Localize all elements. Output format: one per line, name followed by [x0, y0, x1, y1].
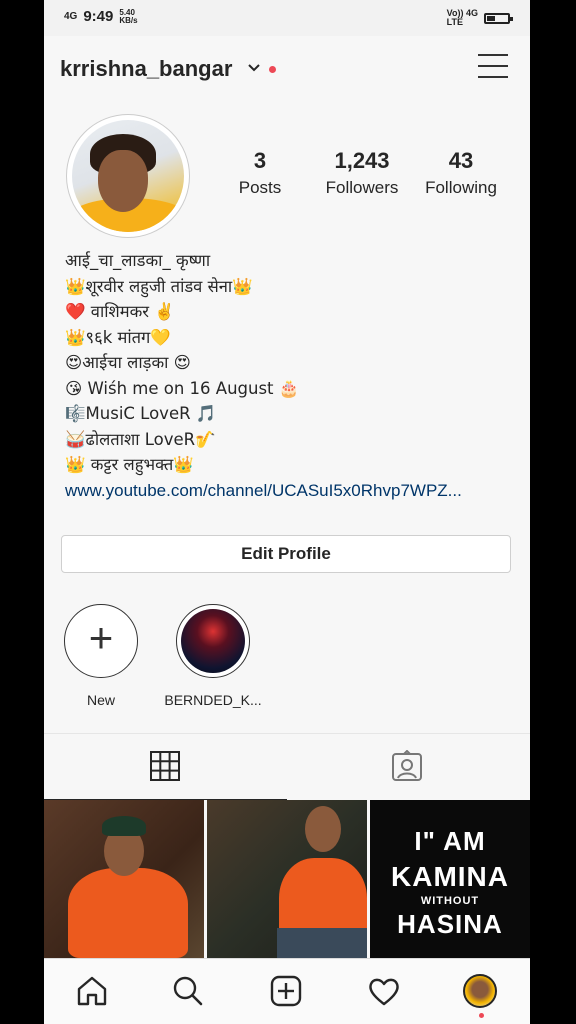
followers-count: 1,243 [334, 148, 390, 173]
lte-label: LTE [446, 17, 463, 27]
bio-line: 👑९६k मांतग💛 [65, 327, 171, 347]
edit-profile-button[interactable]: Edit Profile [61, 535, 511, 573]
notification-dot [269, 66, 276, 73]
tab-grid[interactable] [44, 734, 287, 800]
menu-icon[interactable] [478, 54, 508, 80]
heart-icon[interactable] [366, 973, 402, 1009]
post-text-line: HASINA [397, 909, 503, 939]
highlight-new[interactable]: + New [46, 604, 156, 708]
chevron-down-icon[interactable] [247, 63, 261, 73]
grid-icon [150, 751, 180, 781]
bio-line: 👑 कट्टर लहुभक्त👑 [65, 455, 194, 474]
post-thumbnail[interactable] [207, 800, 367, 958]
network-speed: 5.40 KB/s [119, 8, 138, 25]
network-indicator: 4G [64, 11, 78, 22]
bio-line: 😘 Wiśh me on 16 August 🎂 [65, 378, 300, 398]
posts-label: Posts [238, 178, 282, 197]
battery-icon [484, 12, 513, 24]
profile-avatar[interactable] [66, 114, 190, 238]
highlight-item[interactable]: BERNDED_K... [158, 604, 268, 708]
new-post-icon[interactable] [268, 973, 304, 1009]
post-text-line: I" AM [414, 826, 486, 856]
status-bar: 4G 9:49 5.40 KB/s Vo)) 4G LTE [44, 0, 530, 36]
phone-screen: 4G 9:49 5.40 KB/s Vo)) 4G LTE krrishna_b… [44, 0, 530, 1024]
post-thumbnail[interactable]: I" AM KAMINA WITHOUT HASINA [370, 800, 530, 958]
post-text-line: WITHOUT [420, 895, 480, 907]
speed-unit: KB/s [119, 15, 138, 25]
followers-label: Followers [325, 178, 399, 197]
highlight-circle[interactable] [176, 604, 250, 678]
bio-line: 👑शूरवीर लहुजी तांडव सेना👑 [65, 276, 253, 296]
posts-stat[interactable]: 3 Posts [230, 148, 290, 198]
bio-line: 🥁ढोलताशा LoveR🎷 [65, 429, 216, 449]
highlight-cover-image [181, 609, 245, 673]
posts-count: 3 [253, 148, 267, 173]
post-thumbnail[interactable] [44, 800, 204, 958]
following-count: 43 [448, 148, 474, 173]
bio-link[interactable]: www.youtube.com/channel/UCASuI5x0Rhvp7WP… [65, 478, 515, 504]
bio-line: आई_चा_लाडका_ कृष्णा [65, 251, 211, 270]
highlight-label: BERNDED_K... [164, 692, 262, 708]
following-label: Following [425, 178, 497, 197]
home-icon[interactable] [74, 973, 110, 1009]
notification-dot [479, 1013, 484, 1018]
tab-tagged[interactable] [287, 734, 530, 800]
plus-icon: + [88, 614, 114, 661]
bio-line: 😍आईचा लाड़का 😍 [65, 353, 191, 372]
bio-line: 🎼MusiC LoveR 🎵 [65, 404, 217, 423]
new-highlight-circle[interactable]: + [64, 604, 138, 678]
search-icon[interactable] [170, 973, 206, 1009]
followers-stat[interactable]: 1,243 Followers [316, 148, 408, 198]
profile-tabs [44, 733, 530, 800]
highlight-label: New [86, 692, 115, 708]
username[interactable]: krrishna_bangar [60, 56, 232, 82]
profile-bio: आई_चा_लाडका_ कृष्णा 👑शूरवीर लहुजी तांडव … [65, 248, 515, 503]
volte-indicator: Vo)) 4G LTE [447, 9, 478, 27]
tagged-icon [392, 750, 422, 781]
profile-header: krrishna_bangar [44, 36, 530, 102]
following-stat[interactable]: 43 Following [416, 148, 506, 198]
post-text-line: KAMINA [391, 861, 509, 892]
profile-tab-avatar[interactable] [463, 974, 497, 1008]
clock: 9:49 [83, 8, 114, 25]
bottom-navigation [44, 958, 530, 1024]
posts-grid: I" AM KAMINA WITHOUT HASINA [44, 800, 530, 958]
bio-line: ❤️ वाशिमकर ✌️ [65, 302, 175, 321]
